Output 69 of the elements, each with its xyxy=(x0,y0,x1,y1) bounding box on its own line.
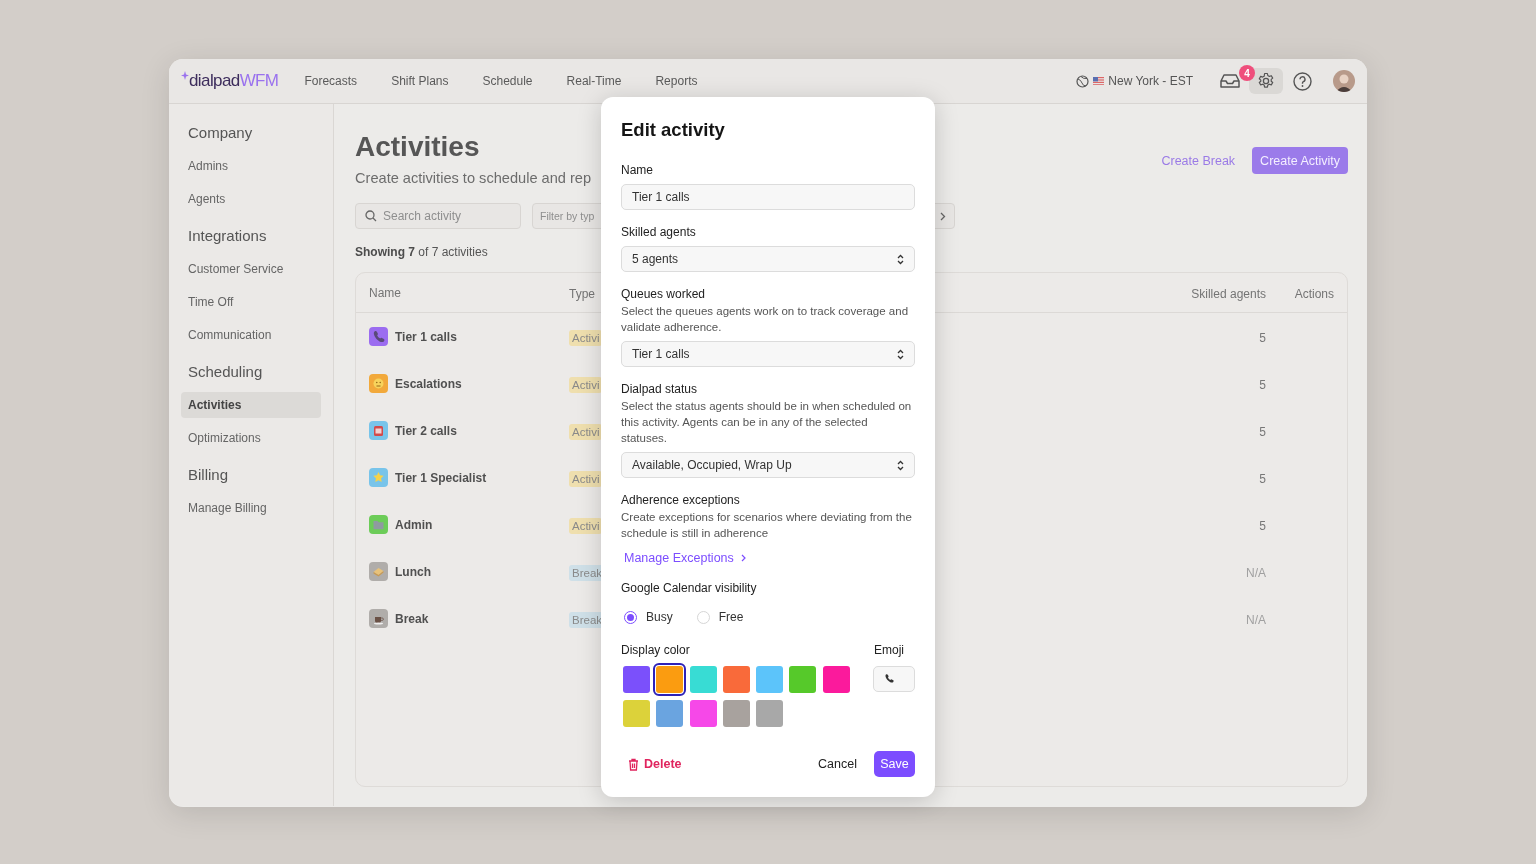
activity-name: Lunch xyxy=(395,564,431,579)
column-header: Name xyxy=(369,285,401,300)
table-cell: 5 xyxy=(1259,330,1266,345)
sidebar-item[interactable]: Optimizations xyxy=(181,425,321,451)
manage-exceptions-link[interactable]: Manage Exceptions xyxy=(621,551,746,565)
save-button[interactable]: Save xyxy=(874,751,915,777)
sidebar-item[interactable]: Agents xyxy=(181,186,321,212)
nav-link[interactable]: Schedule xyxy=(482,74,533,88)
field-label: Emoji xyxy=(873,642,905,658)
table-cell: 5 xyxy=(1259,377,1266,392)
table-cell: N/A xyxy=(1246,612,1266,627)
sidebar-section-title: Billing xyxy=(187,465,230,485)
page-subtitle: Create activities to schedule and rep xyxy=(355,170,592,186)
field-description: Select the queues agents work on to track coverage and validate adherence. xyxy=(621,304,910,335)
delete-button[interactable]: Delete xyxy=(621,757,682,771)
field-label: Display color xyxy=(621,642,691,658)
activity-name: Escalations xyxy=(395,376,462,391)
timezone-label[interactable]: New York - EST xyxy=(1108,74,1193,88)
type-tag: Activi xyxy=(569,376,603,393)
activity-name: Tier 1 calls xyxy=(395,329,457,344)
nav-link[interactable]: Real-Time xyxy=(566,74,622,88)
radio-option[interactable]: Busy xyxy=(624,610,673,624)
activity-name: Break xyxy=(395,611,429,626)
column-header: Skilled agents xyxy=(1191,286,1266,301)
sidebar-section-title: Company xyxy=(187,123,254,143)
type-tag: Activi xyxy=(569,423,603,440)
cancel-button[interactable]: Cancel xyxy=(818,757,857,771)
sidebar-item[interactable]: Customer Service xyxy=(181,256,321,282)
results-count: Showing 7 of 7 activities xyxy=(355,245,488,259)
table-cell: N/A xyxy=(1246,565,1266,580)
sidebar-section-title: Integrations xyxy=(187,226,268,246)
table-cell: 5 xyxy=(1259,424,1266,439)
app-logo[interactable]: dialpadWFM xyxy=(189,71,279,91)
column-header: Type xyxy=(569,286,595,301)
activity-name: Tier 2 calls xyxy=(395,423,457,438)
modal-title: Edit activity xyxy=(621,118,726,142)
notification-badge: 4 xyxy=(1239,65,1255,81)
field-label: Dialpad status xyxy=(621,381,699,397)
field-label: Name xyxy=(621,162,654,178)
sidebar-section-title: Scheduling xyxy=(187,362,264,382)
type-tag: Activi xyxy=(569,329,603,346)
type-tag: Activi xyxy=(569,517,603,534)
type-tag: Activi xyxy=(569,470,603,487)
activity-name: Tier 1 Specialist xyxy=(395,470,487,485)
radio-option[interactable]: Free xyxy=(696,610,744,624)
create-activity-button[interactable]: Create Activity xyxy=(1252,147,1348,174)
field-label: Skilled agents xyxy=(621,224,697,240)
table-cell: 5 xyxy=(1259,518,1266,533)
queues-select[interactable]: Tier 1 calls xyxy=(621,341,915,367)
name-input[interactable]: Tier 1 calls xyxy=(621,184,915,210)
nav-link[interactable]: Shift Plans xyxy=(391,74,449,88)
field-label: Queues worked xyxy=(621,286,707,302)
sidebar-item[interactable]: Manage Billing xyxy=(181,495,321,521)
field-description: Create exceptions for scenarios where deviating from the schedule is still in adherence xyxy=(621,510,913,541)
activity-name: Admin xyxy=(395,517,433,532)
field-label: Google Calendar visibility xyxy=(621,580,758,596)
nav-link[interactable]: Reports xyxy=(655,74,698,88)
status-select[interactable]: Available, Occupied, Wrap Up xyxy=(621,452,915,478)
agents-select[interactable]: 5 agents xyxy=(621,246,915,272)
sidebar-item[interactable]: Communication xyxy=(181,322,321,348)
column-header: Actions xyxy=(1294,286,1334,301)
field-label: Adherence exceptions xyxy=(621,492,741,508)
nav-link[interactable]: Forecasts xyxy=(304,74,358,88)
sidebar-item[interactable]: Admins xyxy=(181,153,321,179)
table-cell: 5 xyxy=(1259,471,1266,486)
sidebar-item[interactable]: Activities xyxy=(181,392,321,418)
page-title: Activities xyxy=(355,130,480,164)
sidebar-item[interactable]: Time Off xyxy=(181,289,321,315)
field-description: Select the status agents should be in when scheduled on this activity. Agents can be in any of the selected statuses. xyxy=(621,399,913,446)
